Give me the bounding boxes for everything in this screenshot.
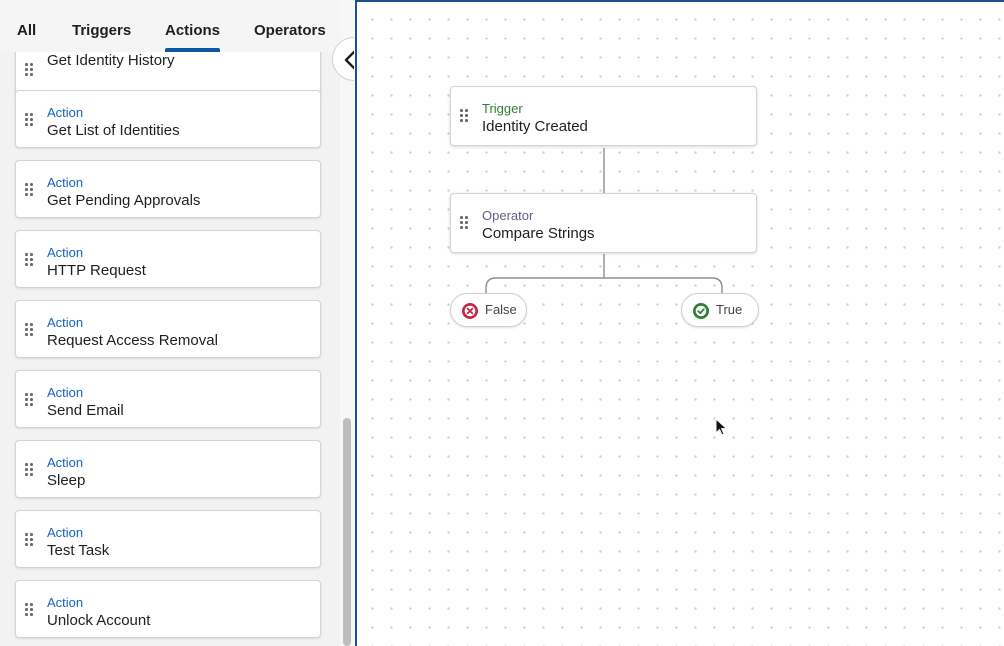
operator-node-kind: Operator [482, 208, 534, 223]
drag-handle-icon[interactable] [25, 323, 33, 337]
drag-handle-icon[interactable] [25, 113, 33, 127]
list-item[interactable]: Action Test Task [15, 510, 321, 568]
operator-node-title: Compare Strings [482, 225, 595, 242]
list-item-kind: Action [47, 105, 84, 120]
list-item-kind: Action [47, 385, 84, 400]
list-item[interactable]: Action Sleep [15, 440, 321, 498]
list-item[interactable]: Action Request Access Removal [15, 300, 321, 358]
drag-handle-icon[interactable] [25, 253, 33, 267]
drag-handle-icon[interactable] [25, 603, 33, 617]
list-item-kind: Action [47, 525, 84, 540]
tab-operators[interactable]: Operators [254, 22, 326, 39]
check-circle-icon [693, 303, 709, 319]
list-item-title: Get Pending Approvals [47, 192, 201, 209]
list-item-title: Get Identity History [47, 52, 175, 69]
list-item[interactable]: Action Send Email [15, 370, 321, 428]
list-item-title: HTTP Request [47, 262, 146, 279]
list-item[interactable]: Action Get List of Identities [15, 90, 321, 148]
tab-actions[interactable]: Actions [165, 22, 220, 39]
drag-handle-icon[interactable] [25, 63, 33, 77]
list-item[interactable]: Action Unlock Account [15, 580, 321, 638]
true-branch-label: True [716, 302, 743, 317]
trigger-node-kind: Trigger [482, 101, 523, 116]
true-branch-button[interactable]: True [681, 293, 759, 327]
false-branch-label: False [485, 302, 517, 317]
list-item-title: Get List of Identities [47, 122, 180, 139]
list-item-title: Request Access Removal [47, 332, 218, 349]
step-library-panel: Get Identity History Action Get List of … [0, 0, 355, 646]
drag-handle-icon[interactable] [460, 216, 468, 230]
list-item-title: Sleep [47, 472, 86, 489]
trigger-node-title: Identity Created [482, 118, 588, 135]
x-circle-icon [462, 303, 478, 319]
list-item[interactable]: Action HTTP Request [15, 230, 321, 288]
category-tabs: All Triggers Actions Operators [0, 0, 340, 52]
drag-handle-icon[interactable] [25, 463, 33, 477]
trigger-node[interactable]: Trigger Identity Created [450, 86, 757, 146]
drag-handle-icon[interactable] [25, 183, 33, 197]
drag-handle-icon[interactable] [25, 533, 33, 547]
list-item[interactable]: Action Get Pending Approvals [15, 160, 321, 218]
list-item-kind: Action [47, 315, 84, 330]
drag-handle-icon[interactable] [25, 393, 33, 407]
active-tab-indicator [165, 48, 220, 52]
list-item-kind: Action [47, 245, 84, 260]
drag-handle-icon[interactable] [460, 109, 468, 123]
tab-all[interactable]: All [17, 22, 36, 39]
step-list: Get Identity History Action Get List of … [0, 0, 340, 646]
operator-node[interactable]: Operator Compare Strings [450, 193, 757, 253]
list-item-kind: Action [47, 595, 84, 610]
false-branch-button[interactable]: False [450, 293, 527, 327]
list-item-kind: Action [47, 175, 84, 190]
list-item-title: Unlock Account [47, 612, 151, 629]
workflow-canvas[interactable]: Trigger Identity Created Operator Compar… [355, 0, 1004, 646]
scrollbar-thumb[interactable] [343, 418, 351, 646]
list-item-title: Send Email [47, 402, 124, 419]
list-item-kind: Action [47, 455, 84, 470]
mouse-pointer-icon [715, 418, 728, 436]
list-item-title: Test Task [47, 542, 110, 559]
tab-triggers[interactable]: Triggers [72, 22, 131, 39]
